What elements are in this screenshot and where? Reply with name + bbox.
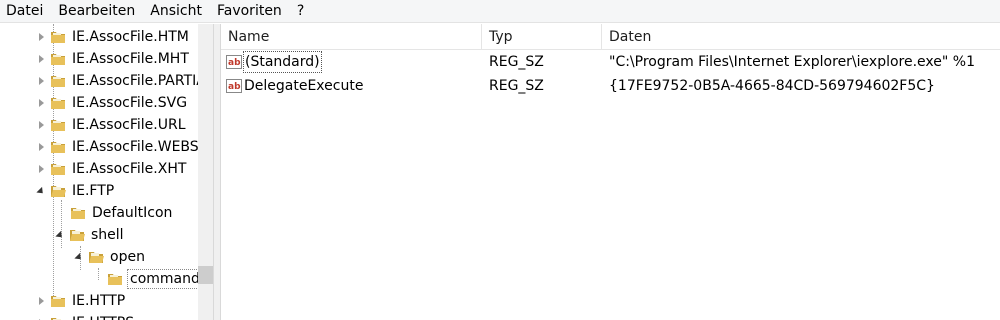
expand-arrow-icon[interactable] — [36, 136, 46, 158]
value-row[interactable]: ab DelegateExecute REG_SZ {17FE9752-0B5A… — [221, 74, 1000, 98]
value-type-cell: REG_SZ — [489, 54, 544, 70]
registry-tree[interactable]: IE.AssocFile.HTM IE.AssocFile.MHT IE.Ass… — [0, 24, 213, 320]
expand-arrow-icon[interactable] — [36, 290, 46, 312]
tree-node-label: IE.AssocFile.SVG — [72, 95, 188, 111]
tree-node[interactable]: IE.FTP — [36, 180, 116, 202]
tree-node-label: IE.FTP — [72, 183, 115, 199]
tree-node-label: IE.AssocFile.PARTIA — [72, 73, 206, 89]
pane-splitter[interactable] — [213, 24, 221, 320]
value-data-cell: "C:\Program Files\Internet Explorer\iexp… — [609, 54, 975, 70]
tree-node[interactable]: IE.AssocFile.PARTIA — [36, 70, 208, 92]
folder-open-icon — [88, 249, 104, 265]
tree-node-label: shell — [91, 227, 124, 243]
folder-open-icon — [50, 183, 66, 199]
collapse-arrow-icon[interactable] — [36, 180, 46, 202]
tree-node-label: IE.AssocFile.URL — [72, 117, 186, 133]
tree-node-selected[interactable]: command — [107, 268, 203, 290]
tree-node-label: open — [110, 249, 145, 265]
string-value-icon: ab — [226, 78, 242, 94]
tree-node[interactable]: IE.AssocFile.XHT — [36, 158, 188, 180]
folder-icon — [50, 293, 66, 309]
value-type-cell: REG_SZ — [489, 78, 544, 94]
tree-node[interactable]: shell — [55, 224, 126, 246]
folder-icon — [70, 205, 86, 221]
tree-node-label: command — [127, 269, 203, 289]
folder-open-icon — [69, 227, 85, 243]
tree-node[interactable]: IE.HTTP — [36, 290, 127, 312]
expand-arrow-icon[interactable] — [36, 48, 46, 70]
expand-arrow-icon[interactable] — [36, 26, 46, 48]
expand-arrow-icon[interactable] — [36, 70, 46, 92]
string-value-icon: ab — [226, 54, 242, 70]
tree-node[interactable]: IE.AssocFile.HTM — [36, 26, 191, 48]
folder-icon — [50, 51, 66, 67]
menu-bar: Datei Bearbeiten Ansicht Favoriten ? — [0, 0, 1000, 23]
svg-text:ab: ab — [228, 82, 241, 92]
folder-icon — [50, 315, 66, 320]
value-row[interactable]: ab (Standard) REG_SZ "C:\Program Files\I… — [221, 50, 1000, 74]
tree-node[interactable]: IE.AssocFile.URL — [36, 114, 188, 136]
tree-node[interactable]: IE.AssocFile.SVG — [36, 92, 189, 114]
expand-arrow-icon[interactable] — [36, 158, 46, 180]
tree-scrollbar[interactable] — [198, 24, 213, 320]
collapse-arrow-icon[interactable] — [55, 224, 65, 246]
tree-node[interactable]: IE.AssocFile.MHT — [36, 48, 191, 70]
folder-icon — [50, 117, 66, 133]
tree-node-label: IE.HTTP — [72, 293, 126, 309]
value-data-cell: {17FE9752-0B5A-4665-84CD-569794602F5C} — [609, 78, 935, 94]
menu-datei[interactable]: Datei — [0, 0, 50, 22]
folder-icon — [107, 271, 123, 287]
folder-icon — [50, 161, 66, 177]
tree-node[interactable]: DefaultIcon — [70, 202, 174, 224]
values-list[interactable]: Name Typ Daten ab (Standard) REG_SZ "C:\… — [221, 24, 1000, 320]
folder-icon — [50, 29, 66, 45]
tree-node-label: IE.AssocFile.WEBSIT — [72, 139, 212, 155]
tree-node-label: IE.AssocFile.MHT — [72, 51, 189, 67]
scrollbar-thumb[interactable] — [198, 266, 213, 284]
value-name-cell: (Standard) — [243, 50, 322, 74]
value-name: DelegateExecute — [244, 78, 364, 94]
folder-icon — [50, 139, 66, 155]
expand-arrow-icon[interactable] — [36, 114, 46, 136]
value-name: (Standard) — [243, 51, 322, 73]
tree-node[interactable]: open — [74, 246, 147, 268]
collapse-arrow-icon[interactable] — [74, 246, 84, 268]
menu-favoriten[interactable]: Favoriten — [209, 0, 289, 22]
tree-node-label: IE.AssocFile.XHT — [72, 161, 187, 177]
menu-ansicht[interactable]: Ansicht — [142, 0, 209, 22]
menu-bearbeiten[interactable]: Bearbeiten — [50, 0, 142, 22]
column-header-name[interactable]: Name — [221, 24, 482, 50]
tree-connector-line — [98, 268, 99, 280]
menu-help[interactable]: ? — [289, 0, 311, 22]
column-header-data[interactable]: Daten — [602, 24, 1000, 50]
tree-node-label: DefaultIcon — [92, 205, 173, 221]
tree-node[interactable]: IE.AssocFile.WEBSIT — [36, 136, 213, 158]
tree-node-label: IE.AssocFile.HTM — [72, 29, 189, 45]
column-header-type[interactable]: Typ — [482, 24, 602, 50]
folder-icon — [50, 73, 66, 89]
tree-node-label: IE.HTTPS — [70, 312, 136, 320]
folder-icon — [50, 95, 66, 111]
svg-text:ab: ab — [228, 58, 241, 68]
tree-node[interactable]: IE.HTTPS — [36, 312, 136, 320]
expand-arrow-icon[interactable] — [36, 92, 46, 114]
expand-arrow-icon[interactable] — [36, 312, 46, 320]
